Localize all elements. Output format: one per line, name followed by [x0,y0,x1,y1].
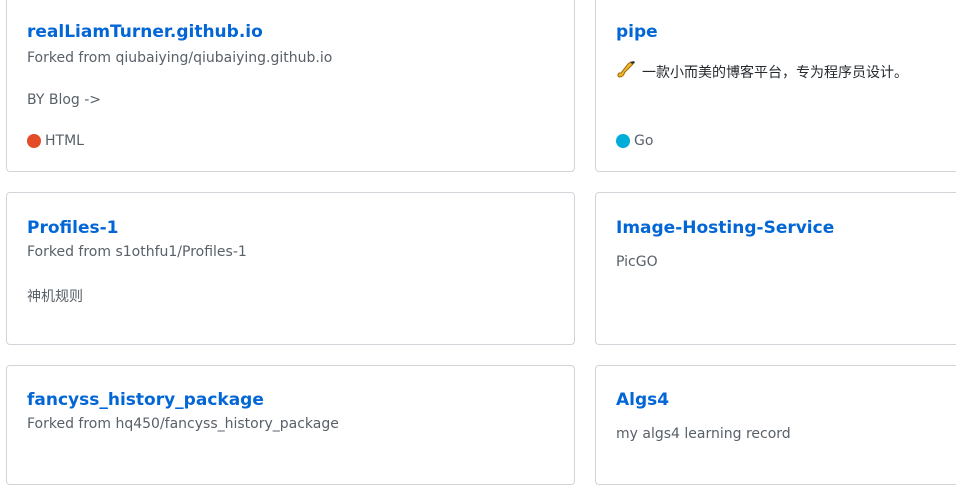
language-color-dot [27,134,41,148]
repo-name-link[interactable]: fancyss_history_package [27,390,264,410]
repo-card: realLiamTurner.github.io Forked from qiu… [6,0,575,172]
language-label: Go [634,133,654,149]
forked-from-text: Forked from s1othfu1/Profiles-1 [27,244,247,260]
repo-card: Image-Hosting-Service PicGO [595,192,956,345]
repo-description-text: 一款小而美的博客平台，专为程序员设计。 [642,65,908,81]
saxophone-icon [616,60,636,84]
repo-card: Profiles-1 Forked from s1othfu1/Profiles… [6,192,575,345]
repo-card: Algs4 my algs4 learning record [595,365,956,485]
repo-card: fancyss_history_package Forked from hq45… [6,365,575,485]
repo-description: 神机规则 [27,289,83,305]
repo-description: my algs4 learning record [616,426,791,442]
forked-from-text: Forked from hq450/fancyss_history_packag… [27,416,339,432]
forked-from-text: Forked from qiubaiying/qiubaiying.github… [27,50,333,66]
repo-description: PicGO [616,254,658,270]
repo-language: HTML [27,133,84,149]
repo-name-link[interactable]: Image-Hosting-Service [616,218,834,238]
repo-name-link[interactable]: Algs4 [616,390,669,410]
repo-name-link[interactable]: pipe [616,22,658,42]
repo-description: BY Blog -> [27,92,102,108]
repo-name-link[interactable]: realLiamTurner.github.io [27,22,263,42]
repo-card: pipe 一款小而美的博客平台，专为程序员设计。 Go [595,0,956,172]
repo-name-link[interactable]: Profiles-1 [27,218,118,238]
language-color-dot [616,134,630,148]
language-label: HTML [45,133,84,149]
repo-language: Go [616,133,653,149]
repo-description: 一款小而美的博客平台，专为程序员设计。 [616,60,908,84]
